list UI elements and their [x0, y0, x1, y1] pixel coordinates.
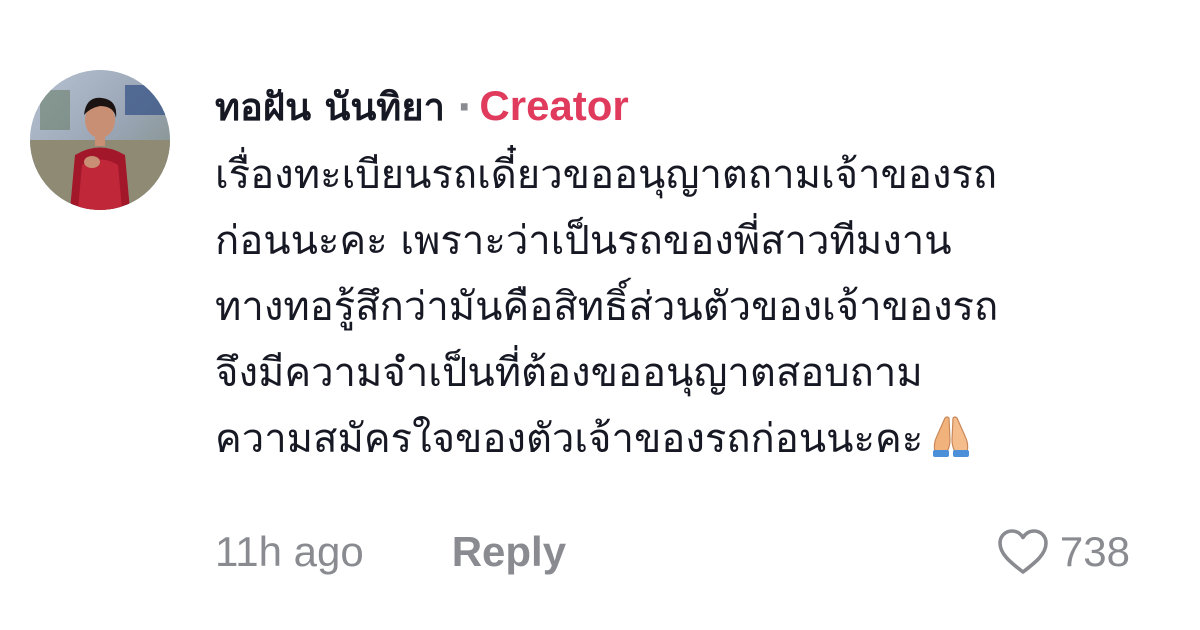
creator-badge: Creator — [479, 82, 629, 129]
reply-button[interactable]: Reply — [452, 528, 566, 576]
like-count: 738 — [1059, 528, 1130, 575]
comment-text-line-last: ความสมัครใจของตัวเจ้าของรถก่อนนะคะ — [215, 406, 1155, 472]
separator-dot: · — [456, 85, 472, 129]
like-button[interactable]: 738 — [996, 528, 1130, 576]
comment-header: ทอฝัน นันทิยา · Creator — [215, 78, 1155, 134]
avatar-image — [30, 70, 170, 210]
comment-text-line: เรื่องทะเบียนรถเดี๋ยวขออนุญาตถามเจ้าของร… — [215, 152, 998, 198]
comment-timestamp: 11h ago — [215, 528, 364, 575]
comment-text-line: ความสมัครใจของตัวเจ้าของรถก่อนนะคะ — [215, 416, 924, 462]
heart-outline-icon — [998, 529, 1048, 574]
folded-hands-emoji — [933, 416, 970, 457]
comment-text-line: ทางทอรู้สึกว่ามันคือสิทธิ์ส่วนตัวของเจ้า… — [215, 284, 999, 330]
comment-text-line: ก่อนนะคะ เพราะว่าเป็นรถของพี่สาวทีมงาน — [215, 218, 952, 264]
comment-footer: 11h ago Reply 738 — [215, 522, 1130, 582]
avatar[interactable] — [30, 70, 170, 210]
comment-text: เรื่องทะเบียนรถเดี๋ยวขออนุญาตถามเจ้าของร… — [215, 142, 1155, 472]
comment-body: ทอฝัน นันทิยา · Creator เรื่องทะเบียนรถเ… — [215, 78, 1155, 472]
username[interactable]: ทอฝัน นันทิยา — [215, 79, 445, 135]
comment-item: ทอฝัน นันทิยา · Creator เรื่องทะเบียนรถเ… — [0, 0, 1200, 630]
comment-text-line: จึงมีความจำเป็นที่ต้องขออนุญาตสอบถาม — [215, 350, 923, 396]
